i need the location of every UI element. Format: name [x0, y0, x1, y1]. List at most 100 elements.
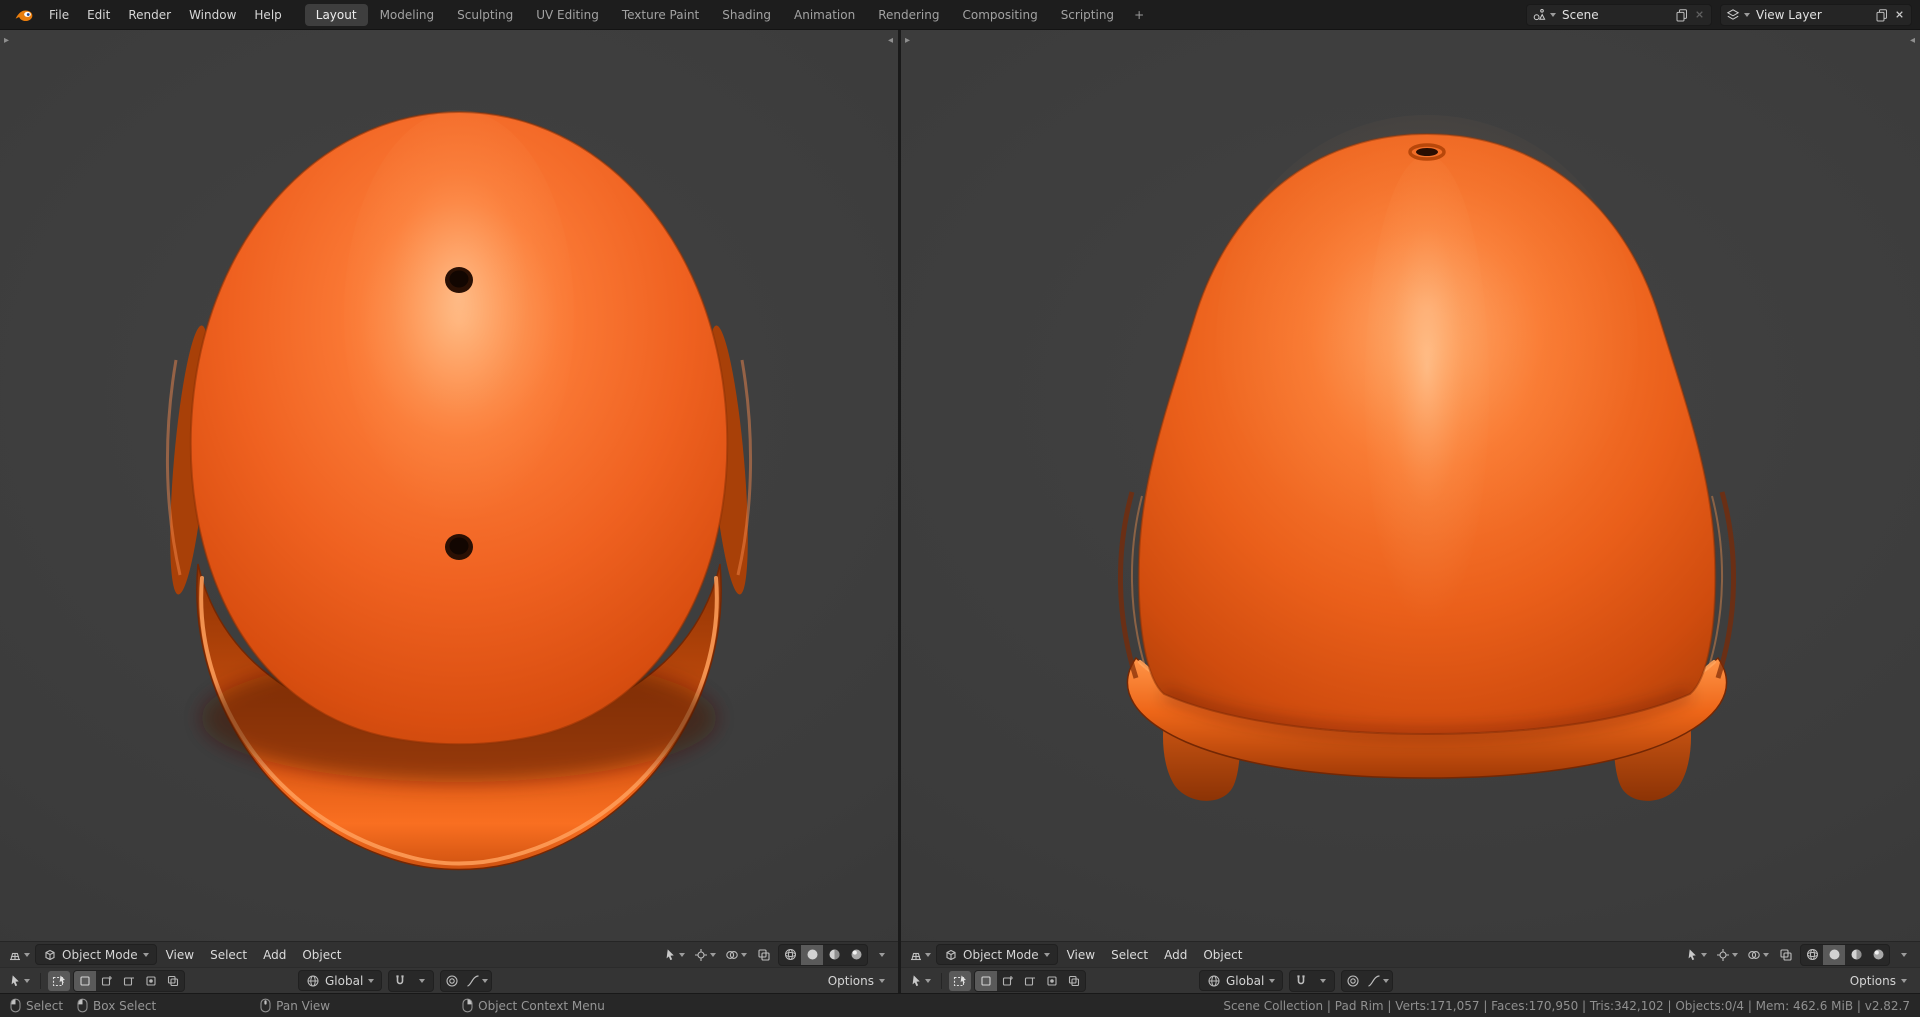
xray-toggle[interactable] [1775, 945, 1797, 965]
proportional-editing-toggle[interactable] [441, 971, 463, 991]
viewport-right: ▸ ◂ Object Mode View Select Add Object G… [901, 30, 1920, 993]
snap-magnet-icon [1297, 974, 1305, 984]
toolbar-toggle-arrow[interactable]: ▸ [4, 36, 9, 46]
mode-label: Object Mode [963, 947, 1039, 962]
select-invert-icon [1047, 975, 1057, 986]
editor-type-button[interactable] [5, 945, 33, 965]
overlays-dropdown[interactable] [1744, 945, 1772, 965]
tab-compositing[interactable]: Compositing [951, 4, 1048, 26]
gizmo-icon [695, 948, 707, 961]
tab-texture-paint[interactable]: Texture Paint [611, 4, 710, 26]
editor-type-button[interactable] [906, 945, 934, 965]
shading-rendered-button[interactable] [845, 945, 867, 965]
mode-dropdown[interactable]: Object Mode [936, 944, 1058, 965]
select-mode-extend-button[interactable] [997, 971, 1019, 991]
toolbar-toggle-arrow[interactable]: ▸ [905, 36, 910, 46]
chevron-down-icon [368, 978, 375, 983]
proportional-falloff-dropdown[interactable] [463, 971, 491, 991]
menu-view[interactable]: View [1060, 948, 1102, 962]
object-visibility-dropdown[interactable] [1683, 945, 1710, 965]
blender-app-menu-button[interactable] [8, 6, 40, 23]
orientation-dropdown[interactable]: Global [1199, 970, 1284, 991]
proportional-falloff-dropdown[interactable] [1364, 971, 1392, 991]
scene-selector[interactable]: Scene [1526, 3, 1712, 26]
active-tool-button[interactable] [949, 970, 971, 991]
shading-dropdown[interactable] [871, 945, 893, 965]
select-mode-intersect-button[interactable] [1063, 971, 1085, 991]
select-mode-subtract-button[interactable] [118, 971, 140, 991]
tool-dropdown[interactable] [6, 971, 33, 991]
add-workspace-button[interactable]: + [1126, 4, 1152, 26]
shading-material-button[interactable] [823, 945, 845, 965]
tab-layout[interactable]: Layout [304, 3, 368, 26]
shading-solid-icon [807, 949, 817, 960]
tab-animation[interactable]: Animation [783, 4, 866, 26]
shading-wireframe-button[interactable] [1801, 945, 1823, 965]
select-mode-subtract-button[interactable] [1019, 971, 1041, 991]
select-mode-set-button[interactable] [74, 970, 96, 991]
scene-name[interactable]: Scene [1560, 8, 1671, 22]
xray-toggle[interactable] [753, 945, 775, 965]
active-tool-button[interactable] [48, 970, 70, 991]
menu-help[interactable]: Help [245, 4, 290, 26]
tab-sculpting[interactable]: Sculpting [446, 4, 524, 26]
menu-object[interactable]: Object [1196, 948, 1249, 962]
tool-dropdown[interactable] [907, 971, 934, 991]
overlays-dropdown[interactable] [722, 945, 750, 965]
menu-object[interactable]: Object [295, 948, 348, 962]
mode-dropdown[interactable]: Object Mode [35, 944, 157, 965]
select-intersect-icon [1068, 975, 1080, 986]
snap-settings-dropdown[interactable] [1312, 971, 1334, 991]
shading-material-button[interactable] [1845, 945, 1867, 965]
select-mode-invert-button[interactable] [1041, 971, 1063, 991]
shading-solid-button[interactable] [1823, 944, 1845, 965]
snap-settings-dropdown[interactable] [411, 971, 433, 991]
menu-select[interactable]: Select [203, 948, 254, 962]
menu-add[interactable]: Add [1157, 948, 1194, 962]
separator [40, 972, 41, 989]
shading-solid-button[interactable] [801, 944, 823, 965]
mode-label: Object Mode [62, 947, 138, 962]
menu-render[interactable]: Render [119, 4, 180, 26]
object-visibility-dropdown[interactable] [661, 945, 688, 965]
view-layer-name[interactable]: View Layer [1754, 8, 1871, 22]
unlink-scene-icon[interactable] [1693, 8, 1706, 21]
select-mode-intersect-button[interactable] [162, 971, 184, 991]
remove-view-layer-icon[interactable] [1893, 8, 1906, 21]
snap-toggle[interactable] [1290, 971, 1312, 991]
statusbar: Select Box Select Pan View Object Contex… [0, 993, 1920, 1017]
snap-toggle[interactable] [389, 971, 411, 991]
duplicate-scene-icon[interactable] [1675, 8, 1689, 22]
viewport-3d-canvas-right[interactable]: ▸ ◂ [901, 30, 1920, 941]
gizmo-dropdown[interactable] [1713, 945, 1741, 965]
viewport-3d-canvas-left[interactable]: ▸ ◂ [0, 30, 898, 941]
chevron-down-icon [925, 978, 931, 983]
sidebar-toggle-arrow[interactable]: ◂ [888, 36, 893, 46]
menu-file[interactable]: File [40, 4, 78, 26]
proportional-editing-toggle[interactable] [1342, 971, 1364, 991]
view-layer-selector[interactable]: View Layer [1720, 3, 1912, 26]
tab-modeling[interactable]: Modeling [369, 4, 446, 26]
menu-edit[interactable]: Edit [78, 4, 119, 26]
menu-add[interactable]: Add [256, 948, 293, 962]
options-dropdown[interactable]: Options [821, 970, 892, 991]
shading-dropdown[interactable] [1893, 945, 1915, 965]
tab-shading[interactable]: Shading [711, 4, 782, 26]
orientation-dropdown[interactable]: Global [298, 970, 383, 991]
tab-uv-editing[interactable]: UV Editing [525, 4, 610, 26]
add-view-layer-icon[interactable] [1875, 8, 1889, 22]
sidebar-toggle-arrow[interactable]: ◂ [1910, 36, 1915, 46]
select-mode-invert-button[interactable] [140, 971, 162, 991]
gizmo-dropdown[interactable] [691, 945, 719, 965]
menu-window[interactable]: Window [180, 4, 245, 26]
shading-rendered-button[interactable] [1867, 945, 1889, 965]
select-mode-set-button[interactable] [975, 970, 997, 991]
select-mode-extend-button[interactable] [96, 971, 118, 991]
shading-wireframe-button[interactable] [779, 945, 801, 965]
hint-box-select: Box Select [77, 998, 156, 1013]
tab-rendering[interactable]: Rendering [867, 4, 950, 26]
options-dropdown[interactable]: Options [1843, 970, 1914, 991]
menu-select[interactable]: Select [1104, 948, 1155, 962]
menu-view[interactable]: View [159, 948, 201, 962]
tab-scripting[interactable]: Scripting [1050, 4, 1125, 26]
